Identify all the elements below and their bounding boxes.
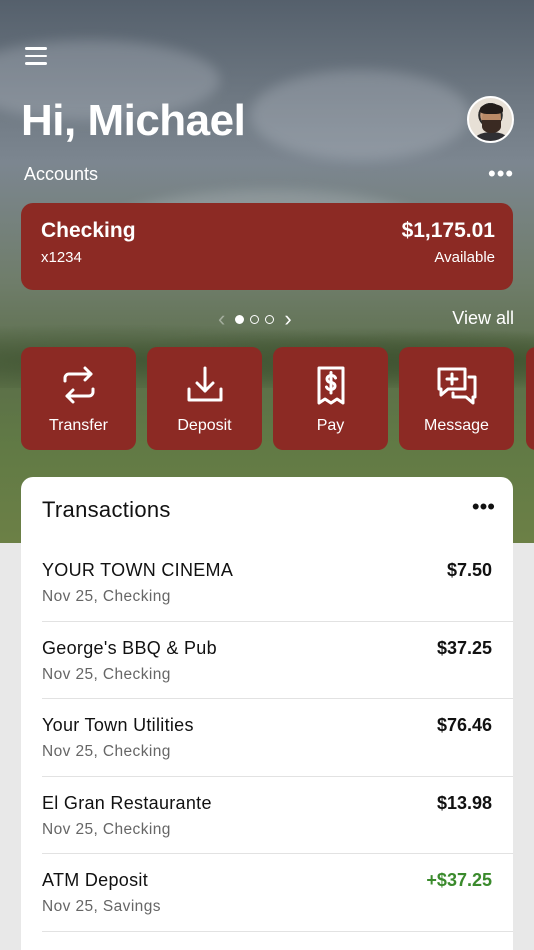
- accounts-label: Accounts: [24, 164, 99, 184]
- transaction-name: YOUR TOWN CINEMA: [42, 560, 234, 580]
- transactions-list: YOUR TOWN CINEMA Nov 25, Checking $7.50 …: [21, 544, 513, 932]
- cloud: [250, 70, 470, 160]
- transaction-name: El Gran Restaurante: [42, 792, 212, 813]
- transaction-date-account: Nov 25, Checking: [42, 743, 171, 760]
- pager-dot[interactable]: [250, 314, 260, 324]
- chat-plus-icon: [399, 365, 514, 407]
- action-label: Pay: [316, 417, 345, 434]
- transaction-date-account: Nov 25, Savings: [42, 898, 161, 915]
- account-pager: ‹ ›: [214, 306, 296, 332]
- chevron-left-icon[interactable]: ‹: [214, 306, 229, 332]
- account-card-checking[interactable]: Checking x1234 $1,175.01 Available: [21, 203, 513, 290]
- transaction-amount: $13.98: [436, 792, 492, 813]
- message-button[interactable]: Message: [399, 347, 514, 450]
- account-number: x1234: [41, 249, 82, 266]
- transaction-row[interactable]: YOUR TOWN CINEMA Nov 25, Checking $7.50: [42, 544, 513, 622]
- transaction-name: ATM Deposit: [42, 870, 148, 890]
- view-all-link[interactable]: View all: [452, 308, 514, 329]
- accounts-more-icon[interactable]: •••: [488, 163, 514, 185]
- transaction-row[interactable]: El Gran Restaurante Nov 25, Checking $13…: [42, 777, 513, 854]
- transactions-more-icon[interactable]: •••: [472, 496, 495, 518]
- transaction-name: George's BBQ & Pub: [42, 637, 217, 658]
- action-label: Transfer: [49, 417, 108, 434]
- hamburger-menu-icon[interactable]: [25, 47, 47, 65]
- receipt-dollar-icon: [273, 365, 388, 407]
- transactions-card: Transactions ••• YOUR TOWN CINEMA Nov 25…: [21, 477, 513, 950]
- transaction-amount: $37.25: [436, 637, 492, 658]
- transaction-name: Your Town Utilities: [42, 715, 194, 735]
- transaction-date-account: Nov 25, Checking: [42, 665, 171, 683]
- account-balance: $1,175.01: [401, 219, 495, 242]
- action-label: Deposit: [177, 417, 232, 434]
- transaction-row[interactable]: George's BBQ & Pub Nov 25, Checking $37.…: [42, 622, 513, 699]
- transaction-row[interactable]: ATM Deposit Nov 25, Savings +$37.25: [42, 854, 513, 932]
- transfer-button[interactable]: Transfer: [21, 347, 136, 450]
- transaction-date-account: Nov 25, Checking: [42, 588, 171, 605]
- download-tray-icon: [147, 365, 262, 407]
- pager-dot[interactable]: [265, 314, 275, 324]
- transaction-amount: +$37.25: [426, 870, 492, 890]
- avatar[interactable]: [467, 96, 514, 143]
- balance-label: Available: [434, 249, 495, 266]
- transaction-amount: $76.46: [436, 715, 492, 735]
- greeting-title: Hi, Michael: [21, 96, 246, 145]
- transactions-title: Transactions: [42, 497, 171, 522]
- transaction-row[interactable]: Your Town Utilities Nov 25, Checking $76…: [42, 699, 513, 777]
- transfer-arrows-icon: [21, 365, 136, 407]
- pay-button[interactable]: Pay: [273, 347, 388, 450]
- deposit-button[interactable]: Deposit: [147, 347, 262, 450]
- pager-dot[interactable]: [235, 314, 245, 324]
- transaction-amount: $7.50: [446, 560, 492, 580]
- more-actions-peek[interactable]: [526, 347, 534, 450]
- transaction-date-account: Nov 25, Checking: [42, 820, 171, 838]
- account-name: Checking: [41, 219, 136, 242]
- chevron-right-icon[interactable]: ›: [280, 306, 295, 332]
- action-label: Message: [424, 417, 489, 434]
